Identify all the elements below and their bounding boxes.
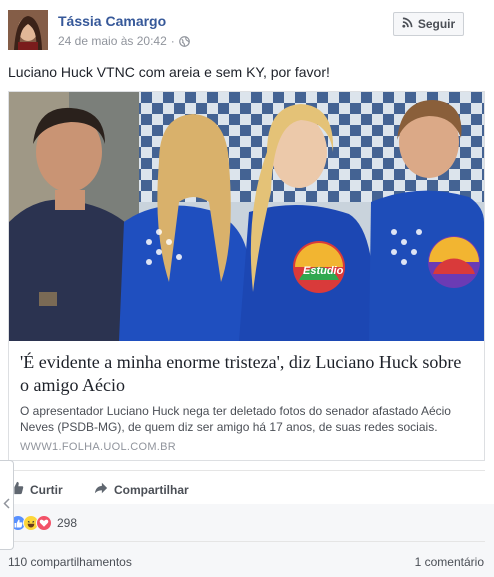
like-button[interactable]: Curtir bbox=[10, 481, 63, 498]
globe-icon[interactable] bbox=[178, 35, 190, 47]
author-name[interactable]: Tássia Camargo bbox=[58, 13, 166, 29]
meta-separator: · bbox=[170, 34, 175, 48]
link-domain: WWW1.FOLHA.UOL.COM.BR bbox=[20, 441, 177, 453]
like-label: Curtir bbox=[30, 482, 63, 497]
love-icon bbox=[36, 515, 52, 531]
actions-top-divider bbox=[8, 470, 485, 471]
link-preview-card[interactable]: Estudio 'É evidente a minha enorme trist… bbox=[8, 91, 485, 461]
link-description: O apresentador Luciano Huck nega ter del… bbox=[20, 404, 451, 434]
link-preview-image[interactable]: Estudio bbox=[9, 92, 484, 341]
reaction-count[interactable]: 298 bbox=[57, 516, 77, 530]
shares-count[interactable]: 110 compartilhamentos bbox=[8, 555, 132, 569]
chevron-left-icon bbox=[3, 498, 10, 512]
author-avatar[interactable] bbox=[8, 10, 48, 50]
feedback-divider bbox=[8, 541, 485, 542]
share-arrow-icon bbox=[94, 481, 108, 498]
comments-count[interactable]: 1 comentário bbox=[415, 555, 484, 569]
follow-label: Seguir bbox=[417, 17, 456, 31]
reactions-summary[interactable]: 298 bbox=[10, 515, 77, 531]
share-button[interactable]: Compartilhar bbox=[94, 481, 189, 498]
feedback-section: 298 110 compartilhamentos 1 comentário bbox=[0, 504, 494, 577]
post-timestamp[interactable]: 24 de maio às 20:42 bbox=[58, 34, 167, 48]
feed-post: Tássia Camargo 24 de maio às 20:42 · Seg… bbox=[0, 0, 494, 577]
estudio-logo-text: Estudio bbox=[303, 265, 344, 277]
post-text: Luciano Huck VTNC com areia e sem KY, po… bbox=[8, 64, 330, 80]
post-meta: 24 de maio às 20:42 · bbox=[58, 34, 190, 48]
rss-icon bbox=[402, 17, 413, 31]
carousel-prev-handle[interactable] bbox=[0, 460, 14, 550]
link-preview-body[interactable]: 'É evidente a minha enorme tristeza', di… bbox=[9, 341, 484, 461]
link-title[interactable]: 'É evidente a minha enorme tristeza', di… bbox=[20, 351, 474, 397]
follow-button[interactable]: Seguir bbox=[393, 12, 464, 36]
share-label: Compartilhar bbox=[114, 482, 189, 497]
